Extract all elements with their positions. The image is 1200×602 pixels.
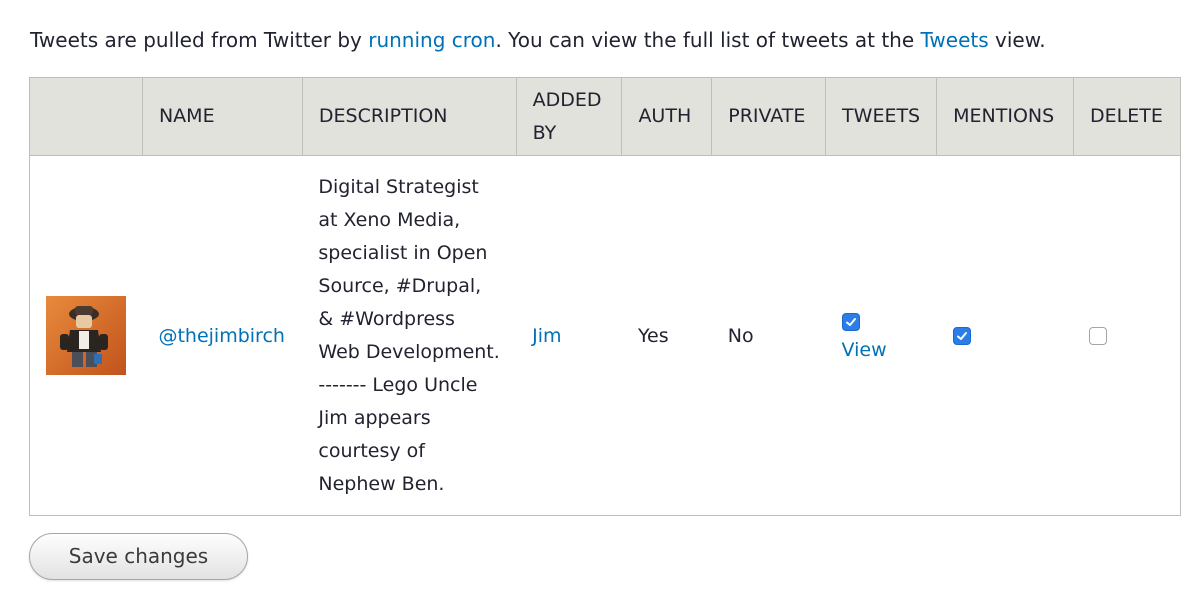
lego-figure-avatar-icon [46,296,126,375]
account-name-link[interactable]: @thejimbirch [158,325,284,347]
delete-checkbox[interactable] [1089,327,1108,345]
auth-cell: Yes [621,155,712,516]
intro-text: Tweets are pulled from Twitter by runnin… [30,26,1046,54]
header-tweets: TWEETS [825,77,938,156]
tweets-cell: View [825,155,937,516]
intro-text-after: view. [988,28,1046,52]
table-header-row: NAME DESCRIPTION ADDED BY AUTH PRIVATE T… [29,77,1182,156]
avatar-cell [29,155,143,516]
table-row: @thejimbirch Digital Strategist at Xeno … [29,155,1182,516]
running-cron-link[interactable]: running cron [368,28,495,52]
intro-text-before: Tweets are pulled from Twitter by [30,28,369,52]
tweets-view-link[interactable]: Tweets [921,28,989,52]
account-name-cell: @thejimbirch [142,155,303,516]
header-auth: AUTH [621,77,713,156]
account-description: Digital Strategist at Xeno Media, specia… [318,175,500,495]
description-cell: Digital Strategist at Xeno Media, specia… [302,155,517,516]
header-added-by: ADDED BY [515,77,623,156]
header-mentions: MENTIONS [936,77,1074,156]
header-name: NAME [141,77,303,156]
header-description: DESCRIPTION [301,77,517,156]
header-avatar [29,77,143,156]
added-by-cell: Jim [516,155,622,516]
mentions-cell [936,155,1074,516]
header-delete: DELETE [1072,77,1182,156]
private-cell: No [711,155,826,516]
twitter-accounts-table: NAME DESCRIPTION ADDED BY AUTH PRIVATE T… [29,77,1182,516]
save-changes-button[interactable]: Save changes [29,533,248,580]
view-tweets-link[interactable]: View [842,339,921,361]
mentions-checkbox[interactable] [952,327,971,345]
intro-text-middle: . You can view the full list of tweets a… [495,28,921,52]
checkmark-icon [956,332,967,340]
delete-cell [1073,155,1182,516]
header-private: PRIVATE [711,77,827,156]
added-by-link[interactable]: Jim [532,325,561,347]
checkmark-icon [845,318,856,326]
tweets-checkbox[interactable] [841,313,860,331]
